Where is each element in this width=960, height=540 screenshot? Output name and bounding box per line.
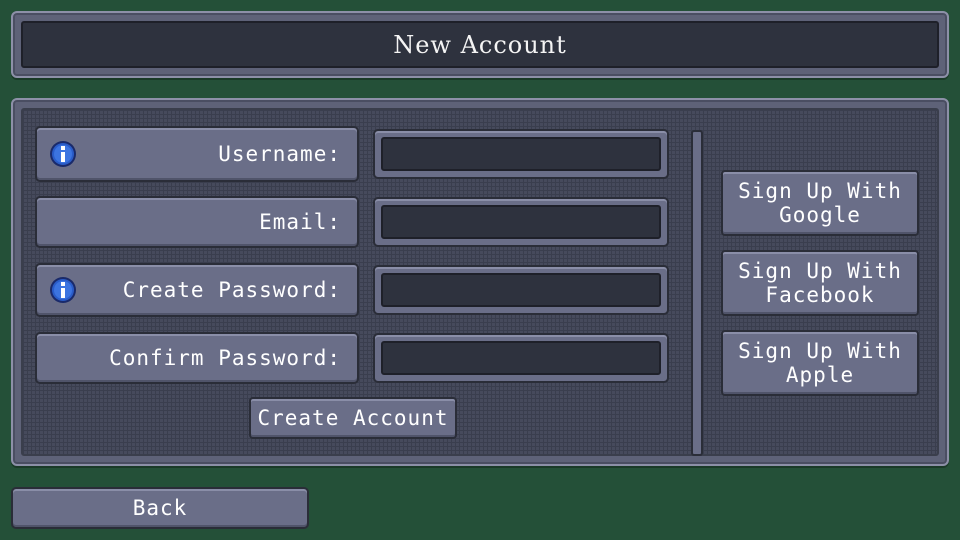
username-field bbox=[373, 129, 669, 179]
sign-up-facebook-button[interactable]: Sign Up With Facebook bbox=[721, 250, 919, 316]
scrollbar[interactable] bbox=[691, 130, 703, 456]
apple-button-line2: Apple bbox=[785, 363, 855, 387]
google-button-line1: Sign Up With bbox=[738, 179, 902, 203]
confirm-password-input[interactable] bbox=[381, 341, 661, 375]
account-form-panel: Username: Email: Create Password: Confir… bbox=[11, 98, 949, 466]
info-icon[interactable] bbox=[49, 140, 77, 168]
facebook-button-line1: Sign Up With bbox=[738, 259, 902, 283]
username-input[interactable] bbox=[381, 137, 661, 171]
username-label: Username: bbox=[218, 142, 341, 166]
email-field bbox=[373, 197, 669, 247]
email-label-box: Email: bbox=[35, 196, 359, 248]
email-label: Email: bbox=[259, 210, 341, 234]
confirm-password-field bbox=[373, 333, 669, 383]
confirm-password-label: Confirm Password: bbox=[109, 346, 341, 370]
create-password-label-box: Create Password: bbox=[35, 263, 359, 317]
facebook-button-line2: Facebook bbox=[765, 283, 875, 307]
username-label-box: Username: bbox=[35, 126, 359, 182]
sign-up-apple-button[interactable]: Sign Up With Apple bbox=[721, 330, 919, 396]
form-panel-inner: Username: Email: Create Password: Confir… bbox=[21, 108, 939, 456]
confirm-password-label-box: Confirm Password: bbox=[35, 332, 359, 384]
title-bar: New Account bbox=[11, 11, 949, 78]
info-icon[interactable] bbox=[49, 276, 77, 304]
email-input[interactable] bbox=[381, 205, 661, 239]
apple-button-line1: Sign Up With bbox=[738, 339, 902, 363]
google-button-line2: Google bbox=[779, 203, 861, 227]
create-password-input[interactable] bbox=[381, 273, 661, 307]
create-password-label: Create Password: bbox=[122, 278, 341, 302]
create-account-button[interactable]: Create Account bbox=[249, 397, 457, 439]
create-password-field bbox=[373, 265, 669, 315]
page-title: New Account bbox=[21, 21, 939, 68]
back-button[interactable]: Back bbox=[11, 487, 309, 529]
sign-up-google-button[interactable]: Sign Up With Google bbox=[721, 170, 919, 236]
